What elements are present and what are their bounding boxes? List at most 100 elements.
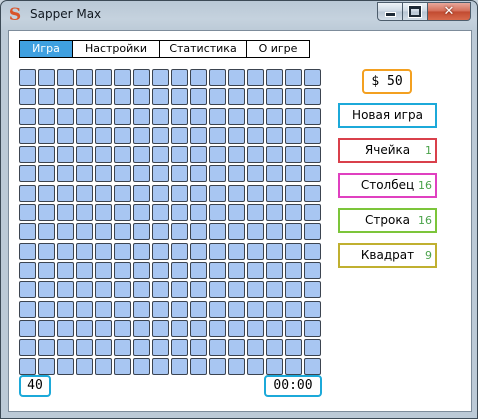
mine-cell[interactable]	[171, 165, 188, 183]
mine-cell[interactable]	[285, 261, 302, 279]
mine-cell[interactable]	[228, 146, 245, 164]
mine-cell[interactable]	[133, 184, 150, 202]
mine-cell[interactable]	[114, 126, 131, 144]
mine-cell[interactable]	[171, 300, 188, 318]
mine-cell[interactable]	[133, 339, 150, 357]
minimize-button[interactable]	[377, 2, 402, 21]
mine-cell[interactable]	[285, 281, 302, 299]
mine-cell[interactable]	[304, 319, 321, 337]
mine-cell[interactable]	[114, 69, 131, 86]
mine-cell[interactable]	[133, 242, 150, 260]
mine-cell[interactable]	[152, 126, 169, 144]
mine-cell[interactable]	[114, 146, 131, 164]
mine-cell[interactable]	[76, 146, 93, 164]
mine-cell[interactable]	[266, 107, 283, 125]
mine-cell[interactable]	[247, 223, 264, 241]
mine-cell[interactable]	[38, 242, 55, 260]
mine-cell[interactable]	[304, 107, 321, 125]
mine-cell[interactable]	[209, 358, 226, 376]
mine-cell[interactable]	[76, 184, 93, 202]
mine-cell[interactable]	[190, 223, 207, 241]
mine-cell[interactable]	[171, 184, 188, 202]
mine-cell[interactable]	[266, 242, 283, 260]
mine-cell[interactable]	[133, 204, 150, 222]
mine-cell[interactable]	[133, 146, 150, 164]
mine-cell[interactable]	[209, 300, 226, 318]
mine-cell[interactable]	[266, 184, 283, 202]
close-button[interactable]: ✕	[428, 2, 471, 21]
mine-cell[interactable]	[133, 358, 150, 376]
mine-cell[interactable]	[285, 339, 302, 357]
mine-cell[interactable]	[114, 184, 131, 202]
mine-cell[interactable]	[304, 281, 321, 299]
mine-cell[interactable]	[114, 319, 131, 337]
mine-cell[interactable]	[228, 319, 245, 337]
mine-cell[interactable]	[38, 69, 55, 86]
mine-cell[interactable]	[171, 223, 188, 241]
mine-cell[interactable]	[171, 242, 188, 260]
mine-cell[interactable]	[171, 281, 188, 299]
mine-cell[interactable]	[114, 204, 131, 222]
mine-cell[interactable]	[228, 184, 245, 202]
mine-cell[interactable]	[247, 88, 264, 106]
mine-cell[interactable]	[171, 204, 188, 222]
mine-cell[interactable]	[76, 204, 93, 222]
tab-settings[interactable]: Настройки	[72, 40, 160, 58]
mine-cell[interactable]	[57, 69, 74, 86]
mine-cell[interactable]	[76, 261, 93, 279]
mine-cell[interactable]	[247, 69, 264, 86]
mine-cell[interactable]	[304, 339, 321, 357]
mine-cell[interactable]	[304, 223, 321, 241]
mine-cell[interactable]	[19, 261, 36, 279]
mine-cell[interactable]	[76, 358, 93, 376]
mine-cell[interactable]	[209, 319, 226, 337]
mine-cell[interactable]	[152, 88, 169, 106]
mine-cell[interactable]	[95, 146, 112, 164]
row-powerup-button[interactable]: Строка 16	[338, 208, 437, 233]
mine-cell[interactable]	[209, 88, 226, 106]
mine-cell[interactable]	[152, 339, 169, 357]
mine-cell[interactable]	[19, 242, 36, 260]
mine-cell[interactable]	[114, 107, 131, 125]
mine-cell[interactable]	[266, 126, 283, 144]
mine-cell[interactable]	[152, 184, 169, 202]
mine-cell[interactable]	[171, 319, 188, 337]
mine-cell[interactable]	[76, 126, 93, 144]
mine-cell[interactable]	[304, 146, 321, 164]
mine-cell[interactable]	[190, 184, 207, 202]
mine-cell[interactable]	[190, 107, 207, 125]
mine-cell[interactable]	[133, 300, 150, 318]
mine-cell[interactable]	[228, 339, 245, 357]
mine-cell[interactable]	[95, 126, 112, 144]
mine-cell[interactable]	[76, 281, 93, 299]
mine-cell[interactable]	[19, 107, 36, 125]
mine-cell[interactable]	[247, 261, 264, 279]
mine-cell[interactable]	[57, 319, 74, 337]
mine-cell[interactable]	[190, 69, 207, 86]
mine-cell[interactable]	[266, 339, 283, 357]
mine-cell[interactable]	[266, 281, 283, 299]
mine-cell[interactable]	[171, 146, 188, 164]
mine-cell[interactable]	[247, 165, 264, 183]
mine-cell[interactable]	[285, 242, 302, 260]
mine-cell[interactable]	[133, 88, 150, 106]
mine-cell[interactable]	[171, 339, 188, 357]
mine-cell[interactable]	[190, 261, 207, 279]
mine-cell[interactable]	[209, 223, 226, 241]
mine-cell[interactable]	[209, 184, 226, 202]
mine-cell[interactable]	[57, 204, 74, 222]
mine-cell[interactable]	[19, 69, 36, 86]
mine-cell[interactable]	[19, 184, 36, 202]
mine-cell[interactable]	[133, 165, 150, 183]
mine-cell[interactable]	[152, 300, 169, 318]
mine-cell[interactable]	[152, 146, 169, 164]
mine-cell[interactable]	[133, 223, 150, 241]
mine-cell[interactable]	[95, 319, 112, 337]
mine-cell[interactable]	[114, 281, 131, 299]
mine-cell[interactable]	[228, 88, 245, 106]
mine-cell[interactable]	[76, 300, 93, 318]
mine-cell[interactable]	[190, 358, 207, 376]
mine-cell[interactable]	[57, 358, 74, 376]
mine-cell[interactable]	[38, 300, 55, 318]
mine-cell[interactable]	[266, 88, 283, 106]
